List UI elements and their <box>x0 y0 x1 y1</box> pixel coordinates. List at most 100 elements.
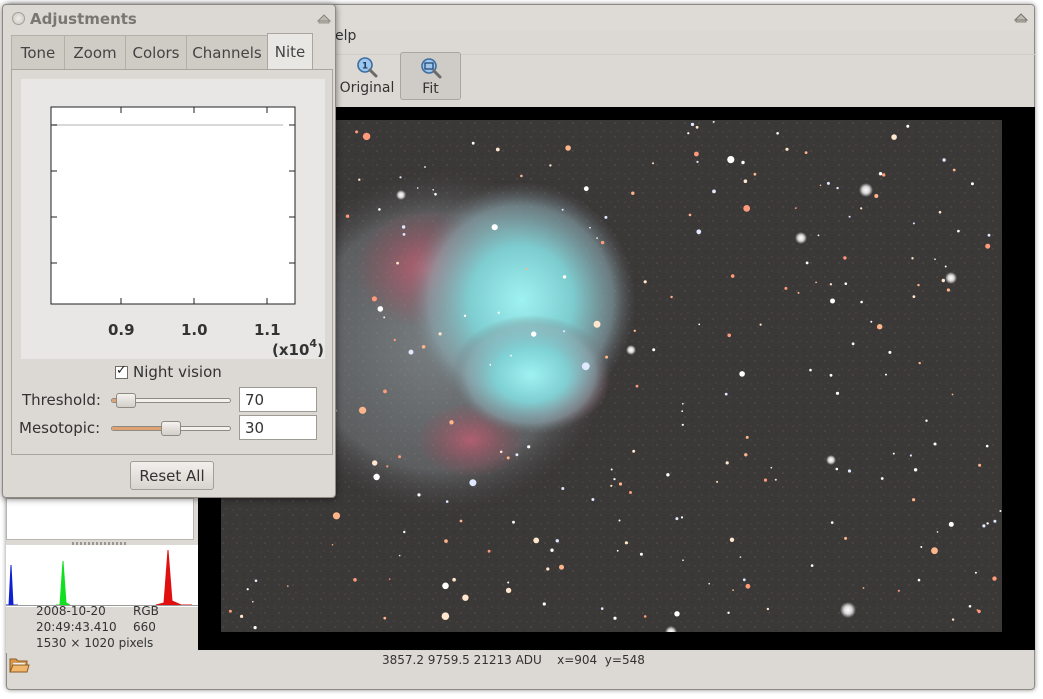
mesotopic-input[interactable] <box>239 415 317 440</box>
night-vision-checkbox[interactable] <box>115 363 128 379</box>
star <box>938 210 942 214</box>
star <box>696 229 702 235</box>
astronomy-image[interactable] <box>221 120 1002 632</box>
adjustments-window: Adjustments Tone Zoom Colors Channels Ni… <box>2 4 336 498</box>
star <box>892 452 895 455</box>
close-icon[interactable] <box>12 12 25 25</box>
original-button[interactable]: 1 Original <box>336 52 398 100</box>
star <box>624 541 628 545</box>
fit-button[interactable]: Fit <box>400 52 461 100</box>
star <box>550 548 554 552</box>
star <box>583 186 589 192</box>
star <box>591 498 595 501</box>
tab-tone[interactable]: Tone <box>11 35 65 69</box>
star <box>878 172 883 176</box>
star <box>913 468 918 472</box>
star <box>561 208 564 211</box>
star <box>942 158 946 162</box>
star <box>912 222 915 225</box>
tab-colors[interactable]: Colors <box>125 35 187 69</box>
star <box>712 120 715 123</box>
star <box>512 520 515 524</box>
star <box>674 611 680 617</box>
star <box>797 291 800 294</box>
star <box>533 537 540 544</box>
star <box>497 311 500 314</box>
bright-star <box>859 183 873 197</box>
threshold-input[interactable] <box>239 387 317 412</box>
folder-open-icon[interactable] <box>8 655 30 675</box>
star <box>652 348 656 352</box>
star <box>993 519 997 523</box>
info-panel: 2008-10-20 RGB 20:49:43.410 660 1530 × 1… <box>6 486 198 653</box>
star <box>445 500 449 503</box>
night-vision-toggle[interactable]: Night vision <box>115 363 222 381</box>
threshold-slider-thumb[interactable] <box>116 393 136 408</box>
status-coords: x=904 y=548 <box>557 653 645 667</box>
star <box>830 298 835 304</box>
xtick-label: 1.0 <box>181 321 208 339</box>
status-readout: 3857.2 9759.5 21213 ADU x=904 y=548 <box>382 653 645 667</box>
tab-nite[interactable]: Nite <box>267 33 313 69</box>
bright-star <box>826 455 836 465</box>
star <box>885 373 887 376</box>
star <box>565 145 571 151</box>
star <box>725 461 729 465</box>
star <box>882 173 886 177</box>
star <box>986 522 989 525</box>
star <box>618 519 621 522</box>
mesotopic-label: Mesotopic: <box>19 419 101 437</box>
star <box>515 453 519 457</box>
threshold-slider[interactable] <box>111 393 231 408</box>
star <box>897 589 901 592</box>
star <box>920 546 923 548</box>
star <box>240 614 244 618</box>
star <box>416 187 419 189</box>
star <box>680 516 684 519</box>
star <box>613 478 616 481</box>
reset-all-button[interactable]: Reset All <box>130 461 214 490</box>
star <box>593 320 601 328</box>
info-mode: RGB <box>133 604 159 618</box>
star <box>401 225 406 229</box>
star <box>505 587 512 594</box>
star <box>252 600 254 603</box>
star <box>398 554 401 557</box>
star <box>399 176 402 179</box>
star <box>542 602 546 606</box>
star <box>951 618 955 621</box>
star <box>506 456 510 460</box>
status-values: 3857.2 9759.5 21213 ADU <box>382 653 542 667</box>
info-time: 20:49:43.410 <box>36 620 117 634</box>
star <box>499 450 503 454</box>
star <box>794 207 797 209</box>
star <box>417 493 421 497</box>
star <box>891 134 897 140</box>
preview-box <box>6 498 194 540</box>
star <box>332 512 341 520</box>
star <box>810 564 814 567</box>
star <box>525 267 528 270</box>
star <box>844 536 848 540</box>
star <box>874 194 879 198</box>
star <box>358 178 361 181</box>
mesotopic-slider-thumb[interactable] <box>161 421 181 436</box>
star <box>732 589 734 591</box>
window-shade-icon[interactable] <box>1014 11 1028 23</box>
tab-zoom[interactable]: Zoom <box>64 35 126 69</box>
star <box>378 208 381 211</box>
original-label: Original <box>339 80 395 96</box>
tab-channels[interactable]: Channels <box>186 35 268 69</box>
star <box>880 477 884 480</box>
star <box>377 306 384 312</box>
tab-zoom-label: Zoom <box>73 43 117 62</box>
mesotopic-slider[interactable] <box>111 421 231 436</box>
star <box>776 132 779 135</box>
window-shade-icon[interactable] <box>317 12 331 24</box>
menu-help[interactable]: elp <box>335 28 356 44</box>
star <box>888 350 892 354</box>
star <box>759 323 762 326</box>
star <box>999 510 1002 512</box>
star <box>682 559 684 561</box>
tab-tone-label: Tone <box>20 43 56 62</box>
